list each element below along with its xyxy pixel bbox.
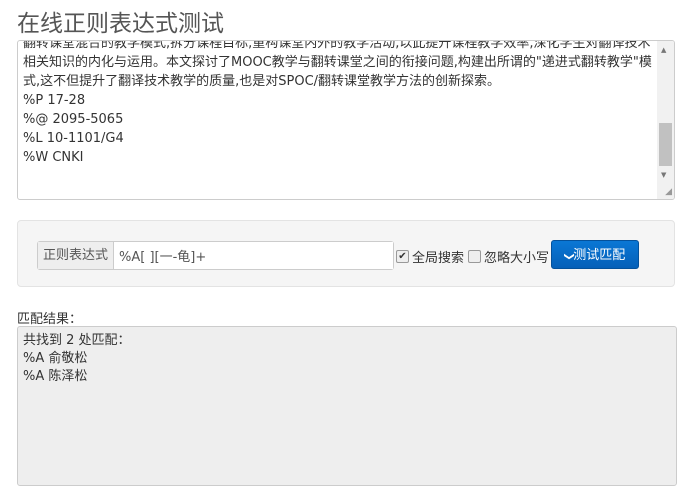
source-line: 相关知识的内化与运用。本文探讨了MOOC教学与翻转课堂之间的衔接问题,构建出所谓… <box>23 55 652 70</box>
scroll-up-icon[interactable]: ▲ <box>661 46 666 54</box>
source-line: %@ 2095-5065 <box>23 112 124 127</box>
regex-label: 正则表达式 <box>38 242 115 269</box>
global-search-label: 全局搜索 <box>412 251 465 266</box>
source-line: %W CNKI <box>23 150 84 165</box>
source-text[interactable]: 翻转课堂混合的教学模式,拆分课程目标,重构课堂内外的教学活动,以此提升课程教学效… <box>23 40 654 167</box>
source-line: %P 17-28 <box>23 93 86 108</box>
test-match-button[interactable]: ❯ 测试匹配 <box>551 240 639 269</box>
global-search-checkbox[interactable]: ✔ 全局搜索 <box>396 247 464 266</box>
ignore-case-checkbox[interactable]: 忽略大小写 <box>468 247 549 266</box>
chevron-down-icon: ❯ <box>563 252 575 261</box>
source-line: 式,这不但提升了翻译技术教学的质量,也是对SPOC/翻转课堂教学方法的创新探索。 <box>23 74 501 89</box>
scrollbar[interactable]: ▲ ▼ <box>657 41 674 199</box>
source-line: %L 10-1101/G4 <box>23 131 124 146</box>
checkbox-checked-icon[interactable]: ✔ <box>396 250 409 263</box>
result-line: %A 俞敬松 <box>23 351 88 366</box>
result-label: 匹配结果： <box>17 312 83 327</box>
result-textarea[interactable]: 共找到 2 处匹配： %A 俞敬松 %A 陈泽松 <box>17 326 677 486</box>
scroll-down-icon[interactable]: ▼ <box>661 171 666 179</box>
regex-input[interactable] <box>114 242 393 269</box>
ignore-case-label: 忽略大小写 <box>484 251 550 266</box>
regex-input-group: 正则表达式 <box>37 241 394 270</box>
result-line: %A 陈泽松 <box>23 369 88 384</box>
page-title: 在线正则表达式测试 <box>17 11 224 37</box>
checkbox-unchecked-icon[interactable] <box>468 250 481 263</box>
source-line: 翻转课堂混合的教学模式,拆分课程目标,重构课堂内外的教学活动,以此提升课程教学效… <box>23 40 651 51</box>
resize-grip-icon[interactable]: ◢ <box>665 187 672 197</box>
source-textarea[interactable]: 翻转课堂混合的教学模式,拆分课程目标,重构课堂内外的教学活动,以此提升课程教学效… <box>17 40 675 200</box>
scrollbar-thumb[interactable] <box>659 123 672 166</box>
regex-panel: 正则表达式 ✔ 全局搜索 忽略大小写 ❯ 测试匹配 <box>17 220 675 287</box>
result-line: 共找到 2 处匹配： <box>23 333 131 348</box>
